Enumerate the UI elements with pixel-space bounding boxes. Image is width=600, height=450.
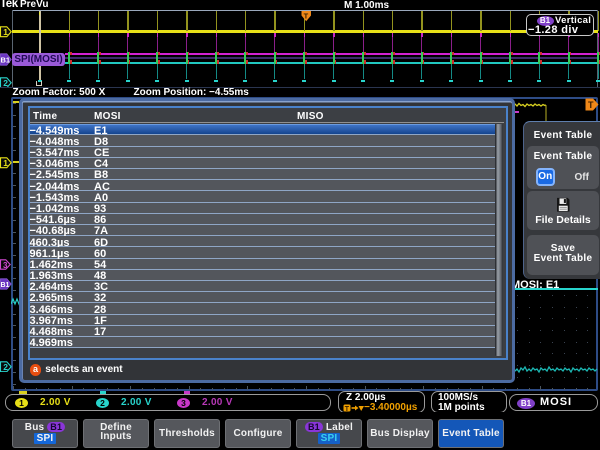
svg-text:B1: B1 xyxy=(1,56,11,65)
svg-text:B1: B1 xyxy=(1,282,10,289)
svg-text:2: 2 xyxy=(3,362,8,372)
svg-text:T: T xyxy=(588,100,594,110)
svg-text:1: 1 xyxy=(3,158,8,168)
svg-text:3: 3 xyxy=(3,260,8,269)
svg-text:T: T xyxy=(304,11,309,20)
svg-text:1: 1 xyxy=(3,27,8,37)
